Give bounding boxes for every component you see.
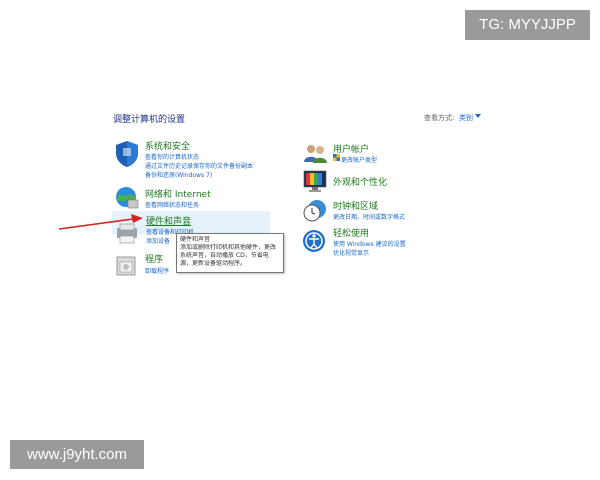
link-uninstall-program[interactable]: 卸载程序 (145, 266, 169, 275)
category-network[interactable]: 网络和 Internet (145, 187, 211, 200)
shield-icon[interactable] (114, 140, 140, 168)
category-ease-of-access[interactable]: 轻松使用 (333, 226, 369, 239)
tooltip-hardware-sound: 硬件和声音 添加或删除打印机和其他硬件，更改 系统声音，自动播放 CD，节省电 … (176, 233, 284, 273)
globe-network-icon[interactable] (114, 185, 140, 211)
category-hardware-sound[interactable]: 硬件和声音 (146, 214, 191, 227)
category-appearance[interactable]: 外观和个性化 (333, 175, 387, 188)
watermark-top: TG: MYYJJPP (465, 10, 590, 40)
link-view-computer-status[interactable]: 查看你的计算机状态 (145, 152, 199, 161)
link-optimize-visual-display[interactable]: 优化视觉显示 (333, 248, 369, 257)
link-windows-recommended-settings[interactable]: 使用 Windows 建议的设置 (333, 239, 406, 248)
programs-icon[interactable] (114, 254, 138, 278)
users-icon[interactable] (302, 142, 328, 166)
tooltip-line: 添加或删除打印机和其他硬件，更改 (180, 244, 277, 251)
chevron-down-icon[interactable] (475, 114, 481, 118)
clock-globe-icon[interactable] (302, 198, 328, 224)
link-network-status[interactable]: 查看网络状态和任务 (145, 200, 199, 209)
link-change-account-type[interactable]: 更改帐户类型 (341, 155, 377, 164)
category-system-security[interactable]: 系统和安全 (145, 139, 190, 152)
page-title: 调整计算机的设置 (113, 115, 186, 125)
uac-shield-icon (333, 154, 340, 161)
link-add-device[interactable]: 添加设备 (146, 236, 170, 245)
monitor-personalize-icon[interactable] (302, 169, 328, 193)
link-backup-restore[interactable]: 备份和还原(Windows 7) (145, 170, 212, 179)
watermark-bottom: www.j9yht.com (10, 440, 144, 469)
link-change-date-time-format[interactable]: 更改日期、时间或数字格式 (333, 212, 405, 221)
tooltip-line: 源，更新设备驱动程序。 (180, 260, 247, 267)
tooltip-line: 系统声音，自动播放 CD，节省电 (180, 252, 269, 259)
view-by-label: 查看方式: (424, 114, 455, 122)
link-file-history-backup[interactable]: 通过文件历史记录保存你的文件备份副本 (145, 161, 253, 170)
category-programs[interactable]: 程序 (145, 252, 163, 265)
category-clock-region[interactable]: 时钟和区域 (333, 199, 378, 212)
tooltip-line: 硬件和声音 (180, 236, 211, 243)
view-by-dropdown[interactable]: 类别 (459, 113, 473, 123)
accessibility-icon[interactable] (302, 229, 326, 253)
red-arrow-annotation (58, 214, 143, 230)
